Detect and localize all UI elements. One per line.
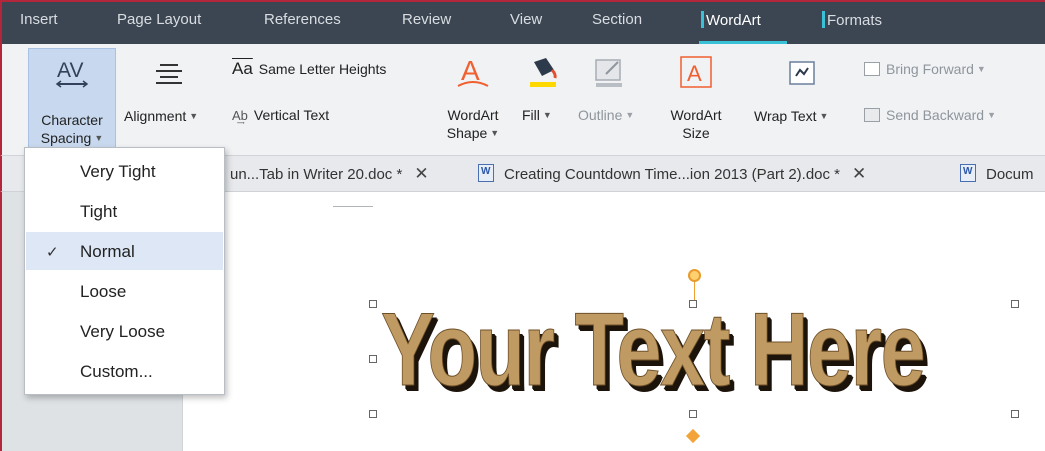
resize-handle[interactable] bbox=[1011, 300, 1019, 308]
tab-view[interactable]: View bbox=[510, 11, 542, 28]
document-icon bbox=[478, 164, 494, 182]
doc-tab-writer[interactable]: un...Tab in Writer 20.doc * ✕ bbox=[230, 164, 429, 184]
menu-item-normal[interactable]: ✓ Normal bbox=[26, 232, 223, 270]
close-icon[interactable]: ✕ bbox=[852, 164, 866, 183]
send-backward-button[interactable]: Send Backward ▼ bbox=[864, 106, 996, 124]
tab-review[interactable]: Review bbox=[402, 11, 451, 28]
resize-handle[interactable] bbox=[1011, 410, 1019, 418]
doc-tab-countdown[interactable]: Creating Countdown Time...ion 2013 (Part… bbox=[478, 164, 866, 184]
tab-accent-bar bbox=[701, 11, 704, 28]
tab-formats[interactable]: Formats bbox=[822, 11, 882, 29]
wordart-shape-button[interactable]: WordArt Shape ▼ bbox=[440, 106, 506, 142]
same-letter-heights-icon: Aa bbox=[232, 59, 253, 78]
tab-wordart[interactable]: WordArt bbox=[701, 11, 761, 29]
character-spacing-menu: Very Tight Tight ✓ Normal Loose Very Loo… bbox=[24, 147, 225, 395]
menu-item-loose[interactable]: Loose bbox=[26, 272, 223, 310]
fill-bucket-icon bbox=[530, 58, 557, 87]
margin-marker bbox=[333, 206, 373, 207]
resize-handle[interactable] bbox=[369, 410, 377, 418]
outline-button[interactable]: Outline ▼ bbox=[578, 106, 634, 124]
tab-accent-bar bbox=[822, 11, 825, 28]
tab-wordart-label: WordArt bbox=[706, 12, 761, 29]
close-icon[interactable]: ✕ bbox=[414, 164, 428, 183]
bring-forward-icon bbox=[864, 62, 880, 76]
vertical-text-icon: A͢b bbox=[232, 108, 248, 123]
fill-button[interactable]: Fill ▼ bbox=[522, 106, 552, 124]
menu-item-tight[interactable]: Tight bbox=[26, 192, 223, 230]
resize-handle[interactable] bbox=[689, 410, 697, 418]
checkmark-icon: ✓ bbox=[46, 244, 59, 261]
menu-item-very-loose[interactable]: Very Loose bbox=[26, 312, 223, 350]
rotation-handle[interactable] bbox=[688, 269, 701, 282]
resize-handle[interactable] bbox=[369, 300, 377, 308]
document-icon bbox=[960, 164, 976, 182]
ribbon-toolbar: AV Character Spacing ▼ Alignment ▼ Aa Same … bbox=[0, 44, 1045, 156]
tab-formats-label: Formats bbox=[827, 12, 883, 29]
send-backward-icon bbox=[864, 108, 880, 122]
wrap-text-icon bbox=[789, 61, 815, 85]
svg-text:AV: AV bbox=[57, 59, 83, 82]
bring-forward-button[interactable]: Bring Forward ▼ bbox=[864, 60, 986, 78]
tab-insert[interactable]: Insert bbox=[20, 11, 58, 28]
ribbon-tab-bar: Insert Page Layout References Review Vie… bbox=[0, 0, 1045, 44]
menu-item-custom[interactable]: Custom... bbox=[26, 352, 223, 390]
character-spacing-label: Character Spacing ▼ bbox=[40, 112, 104, 146]
resize-handle[interactable] bbox=[689, 300, 697, 308]
resize-handle[interactable] bbox=[369, 355, 377, 363]
tab-page-layout[interactable]: Page Layout bbox=[117, 11, 201, 28]
vertical-text-button[interactable]: A͢b Vertical Text bbox=[232, 106, 329, 125]
svg-text:A: A bbox=[687, 61, 702, 86]
outline-icon bbox=[595, 59, 622, 87]
same-letter-heights-button[interactable]: Aa Same Letter Heights bbox=[232, 60, 386, 78]
wordart-size-icon: A bbox=[680, 56, 712, 88]
wordart-size-button[interactable]: WordArt Size bbox=[662, 106, 730, 142]
tab-section[interactable]: Section bbox=[592, 11, 642, 28]
character-spacing-icon: AV bbox=[55, 59, 89, 88]
menu-item-very-tight[interactable]: Very Tight bbox=[26, 152, 223, 190]
character-spacing-button[interactable]: AV Character Spacing ▼ bbox=[28, 48, 116, 150]
alignment-icon bbox=[156, 64, 182, 84]
wrap-text-button[interactable]: Wrap Text ▼ bbox=[754, 107, 828, 125]
alignment-button[interactable]: Alignment ▼ bbox=[124, 107, 198, 125]
tab-references[interactable]: References bbox=[264, 11, 341, 28]
doc-tab-document[interactable]: Docum bbox=[960, 164, 1034, 183]
wordart-shape-icon: A bbox=[457, 55, 489, 87]
wordart-text[interactable]: Your Text Here bbox=[381, 290, 926, 410]
